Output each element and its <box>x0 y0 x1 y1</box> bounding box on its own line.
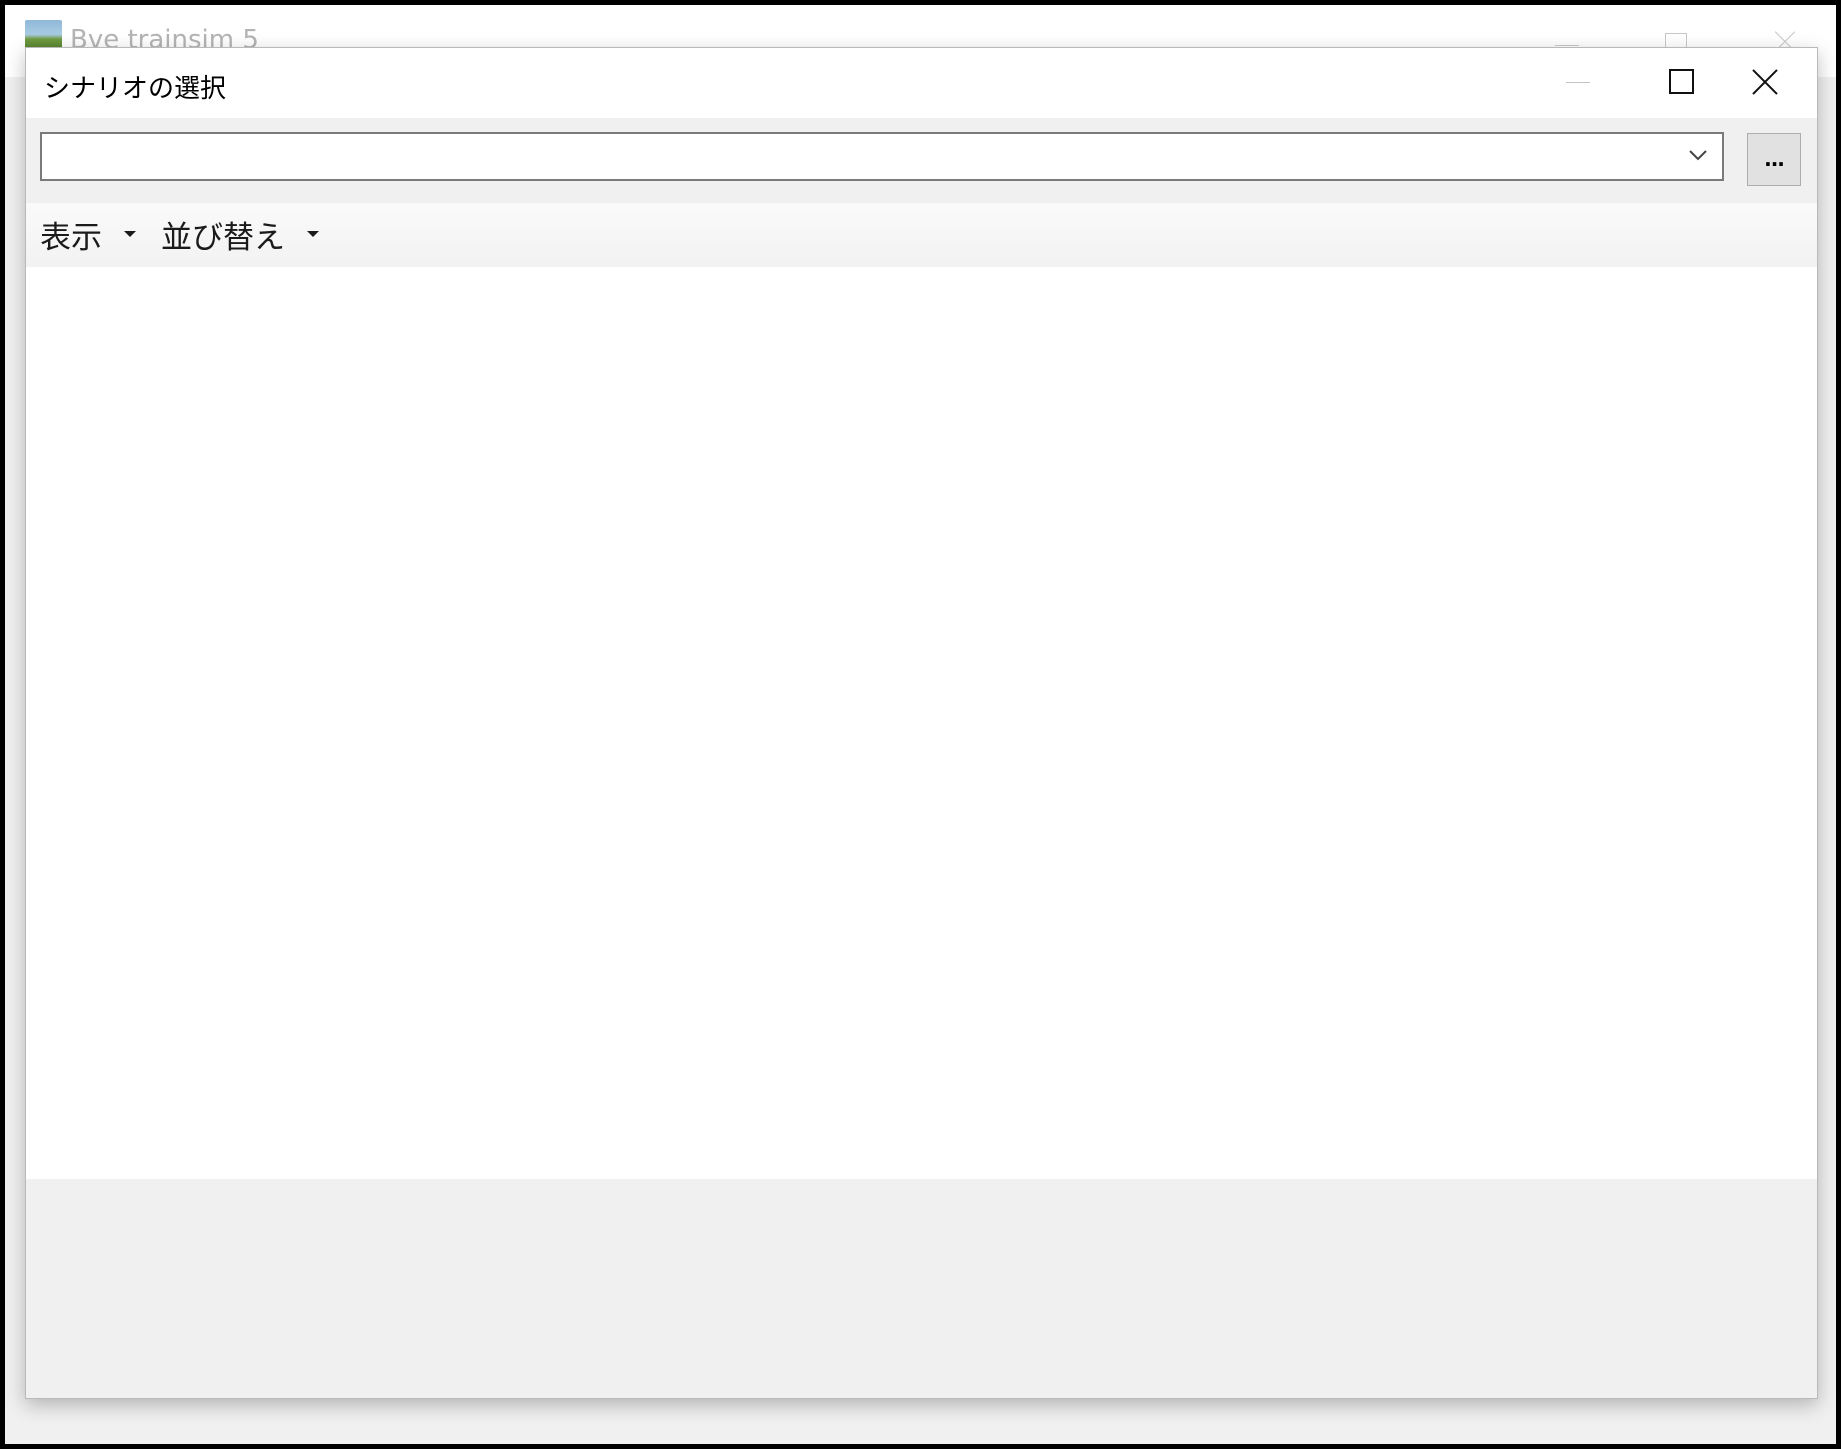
caret-down-icon <box>307 231 319 237</box>
screen: Bve trainsim 5 シナリオの選択 ... 表示 並び替え <box>5 5 1836 1444</box>
dialog-titlebar: シナリオの選択 <box>26 48 1817 118</box>
list-toolbar: 表示 並び替え <box>26 203 1817 267</box>
browse-folder-button[interactable]: ... <box>1747 133 1801 186</box>
minimize-icon <box>1555 45 1579 46</box>
combo-dropdown-button[interactable] <box>1678 138 1718 176</box>
dialog-title: シナリオの選択 <box>44 74 227 104</box>
scenario-folder-input[interactable] <box>48 138 1672 176</box>
path-bar: ... <box>26 118 1817 203</box>
caret-down-icon <box>124 231 136 237</box>
dialog-close-button[interactable] <box>1716 48 1816 116</box>
minimize-icon <box>1566 82 1590 83</box>
scenario-list[interactable] <box>26 267 1817 1179</box>
scenario-select-dialog: シナリオの選択 ... 表示 並び替え <box>25 47 1818 1399</box>
dialog-minimize-button[interactable] <box>1526 48 1626 116</box>
view-menu-button[interactable]: 表示 <box>40 211 136 257</box>
scenario-detail-panel <box>26 1179 1817 1398</box>
scenario-folder-combobox[interactable] <box>40 132 1724 181</box>
view-menu-label: 表示 <box>40 219 102 256</box>
chevron-down-icon <box>1689 150 1707 161</box>
maximize-icon <box>1669 69 1694 94</box>
sort-menu-button[interactable]: 並び替え <box>161 211 319 257</box>
sort-menu-label: 並び替え <box>161 219 285 256</box>
